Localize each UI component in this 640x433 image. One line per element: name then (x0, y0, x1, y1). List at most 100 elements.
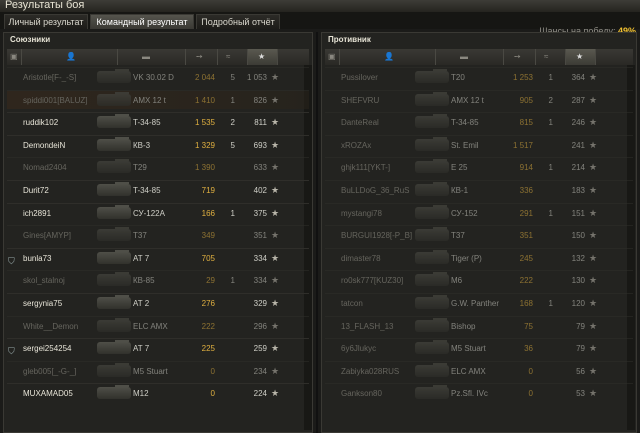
sort-by-xp[interactable]: ★ (247, 49, 277, 65)
table-row[interactable]: ⛉ bunla73 AT 7 705 334 ★ (7, 247, 309, 268)
table-row[interactable]: Pussilover T20 1 253 1 364 ★ (325, 67, 633, 86)
star-icon: ★ (271, 320, 280, 331)
sort-by-damage[interactable]: ➙ (185, 49, 217, 65)
vehicle-icon (415, 317, 449, 332)
player-name[interactable]: 6y6Jlukyc (341, 339, 376, 358)
damage-value: 225 (201, 344, 215, 354)
table-row[interactable]: BURGUI1928[-P_B] T37 351 150 ★ (325, 225, 633, 244)
player-name[interactable]: mystangi78 (341, 204, 382, 223)
vehicle-name: AT 7 (133, 344, 150, 354)
table-row[interactable]: Nomad2404 T29 1 390 633 ★ (7, 157, 309, 176)
player-name[interactable]: ro0sk777[KUZ30] (341, 271, 403, 290)
table-row[interactable]: ro0sk777[KUZ30] M6 222 130 ★ (325, 270, 633, 289)
table-row[interactable]: dimaster78 Tiger (P) 245 132 ★ (325, 247, 633, 268)
player-name[interactable]: sergei254254 (23, 339, 71, 358)
table-row[interactable]: BuLLDoG_36_RuS КВ-1 336 183 ★ (325, 180, 633, 199)
table-row[interactable]: xROZAx St. Emil 1 517 241 ★ (325, 134, 633, 155)
player-name[interactable]: Durit72 (23, 181, 49, 200)
damage-value: 168 (519, 299, 533, 308)
table-row[interactable]: gleb005[_-G-_] M5 Stuart 0 234 ★ (7, 360, 309, 381)
table-row[interactable]: DanteReal T-34-85 815 1 246 ★ (325, 112, 633, 131)
player-name[interactable]: White__Demon (23, 317, 78, 336)
table-row[interactable]: mystangi78 СУ-152 291 1 151 ★ (325, 202, 633, 223)
player-name[interactable]: BURGUI1928[-P_B] (341, 226, 412, 245)
table-row[interactable]: skol_stalnoj КВ-85 29 1 334 ★ (7, 270, 309, 289)
player-name[interactable]: Gines[AMYP] (23, 226, 71, 245)
sort-by-player[interactable]: 👤 (21, 49, 117, 65)
xp-value: 56 (576, 366, 585, 376)
sort-by-kills[interactable]: ≈ (535, 49, 565, 65)
enemies-column-header: ▣ 👤 ▬ ➙ ≈ ★ (325, 49, 633, 65)
player-name[interactable]: Zabiyka028RUS (341, 362, 399, 381)
sort-by-xp[interactable]: ★ (565, 49, 595, 65)
player-name[interactable]: 13_FLASH_13 (341, 317, 393, 336)
sort-by-vehicle[interactable]: ▬ (435, 49, 503, 65)
xp-value: 334 (253, 253, 267, 263)
vehicle-icon (97, 340, 131, 355)
player-name[interactable]: sergynia75 (23, 294, 62, 313)
table-row[interactable]: White__Demon ELC AMX 222 296 ★ (7, 315, 309, 336)
damage-value: 1 517 (512, 140, 533, 150)
table-row[interactable]: Zabiyka028RUS ELC AMX 0 56 ★ (325, 360, 633, 381)
player-name[interactable]: MUXAMAD05 (23, 384, 73, 403)
table-row[interactable]: ghjk111[YKT-] E 25 914 1 214 ★ (325, 157, 633, 176)
player-name[interactable]: ruddik102 (23, 113, 58, 132)
player-name[interactable]: Gankson80 (341, 384, 382, 403)
player-name[interactable]: gleb005[_-G-_] (23, 362, 76, 381)
sort-by-vehicle[interactable]: ▬ (117, 49, 185, 65)
table-row[interactable]: MUXAMAD05 M12 0 224 ★ (7, 383, 309, 402)
table-row[interactable]: Durit72 T-34-85 719 402 ★ (7, 180, 309, 199)
sort-by-kills[interactable]: ≈ (217, 49, 247, 65)
player-name[interactable]: SHEFVRU (341, 91, 379, 110)
player-name[interactable]: bunla73 (23, 249, 51, 268)
kills-value: 1 (548, 118, 553, 128)
player-name[interactable]: BuLLDoG_36_RuS (341, 181, 410, 200)
table-row[interactable]: 6y6Jlukyc M5 Stuart 36 79 ★ (325, 338, 633, 357)
sort-by-player[interactable]: 👤 (339, 49, 435, 65)
table-row[interactable]: ⛉ sergei254254 AT 7 225 259 ★ (7, 338, 309, 357)
window-titlebar: Результаты боя (0, 0, 640, 12)
player-name[interactable]: skol_stalnoj (23, 271, 65, 290)
allies-column-header: ▣ 👤 ▬ ➙ ≈ ★ (7, 49, 309, 65)
damage-icon: ➙ (196, 52, 203, 61)
player-name[interactable]: tatcon (341, 294, 363, 313)
table-row[interactable]: ruddik102 T-34-85 1 535 2 811 ★ (7, 112, 309, 131)
player-name[interactable]: Pussilover (341, 68, 378, 87)
table-row[interactable]: Aristotle[F-_-S] VK 30.02 D 2 044 5 1 053 ★ (7, 67, 309, 86)
table-row[interactable]: Gankson80 Pz.Sfl. IVc 0 53 ★ (325, 383, 633, 402)
star-icon: ★ (589, 94, 598, 105)
table-row[interactable]: tatcon G.W. Panther 168 1 120 ★ (325, 293, 633, 312)
star-icon: ★ (271, 72, 280, 82)
player-name[interactable]: ghjk111[YKT-] (341, 158, 390, 177)
sort-by-status[interactable] (595, 49, 631, 65)
tank-icon: ▬ (142, 52, 150, 61)
xp-value: 246 (571, 118, 585, 128)
player-name[interactable]: dimaster78 (341, 249, 381, 268)
player-name[interactable]: xROZAx (341, 136, 371, 155)
table-row[interactable]: SHEFVRU AMX 12 t 905 2 287 ★ (325, 89, 633, 110)
table-row[interactable]: sergynia75 AT 2 276 329 ★ (7, 293, 309, 312)
table-row[interactable]: 13_FLASH_13 Bishop 75 79 ★ (325, 315, 633, 336)
player-name[interactable]: Aristotle[F-_-S] (23, 68, 76, 87)
table-row[interactable]: DemondeiN КВ-3 1 329 5 693 ★ (7, 134, 309, 155)
player-name[interactable]: DanteReal (341, 113, 379, 132)
vehicle-icon (97, 114, 131, 129)
sort-by-status[interactable] (277, 49, 311, 65)
player-name[interactable]: spiddi001[BALUZ] (23, 91, 87, 110)
table-row[interactable]: spiddi001[BALUZ] AMX 12 t 1 410 1 826 ★ (7, 89, 309, 110)
tab-team-result[interactable]: Командный результат (90, 14, 194, 29)
table-row[interactable]: Gines[AMYP] T37 349 351 ★ (7, 225, 309, 244)
tab-personal-result[interactable]: Личный результат (4, 14, 88, 29)
xp-value: 364 (571, 73, 585, 82)
player-name[interactable]: DemondeiN (23, 136, 65, 155)
star-icon: ★ (589, 343, 598, 354)
damage-value: 336 (519, 186, 533, 195)
vehicle-name: T-34-85 (133, 118, 161, 128)
player-name[interactable]: ich2891 (23, 204, 51, 223)
tab-detailed-report[interactable]: Подробный отчёт (196, 14, 280, 29)
sort-by-damage[interactable]: ➙ (503, 49, 535, 65)
vehicle-icon (415, 204, 449, 219)
kills-value: 1 (548, 299, 553, 308)
player-name[interactable]: Nomad2404 (23, 158, 67, 177)
table-row[interactable]: ich2891 СУ-122А 166 1 375 ★ (7, 202, 309, 223)
